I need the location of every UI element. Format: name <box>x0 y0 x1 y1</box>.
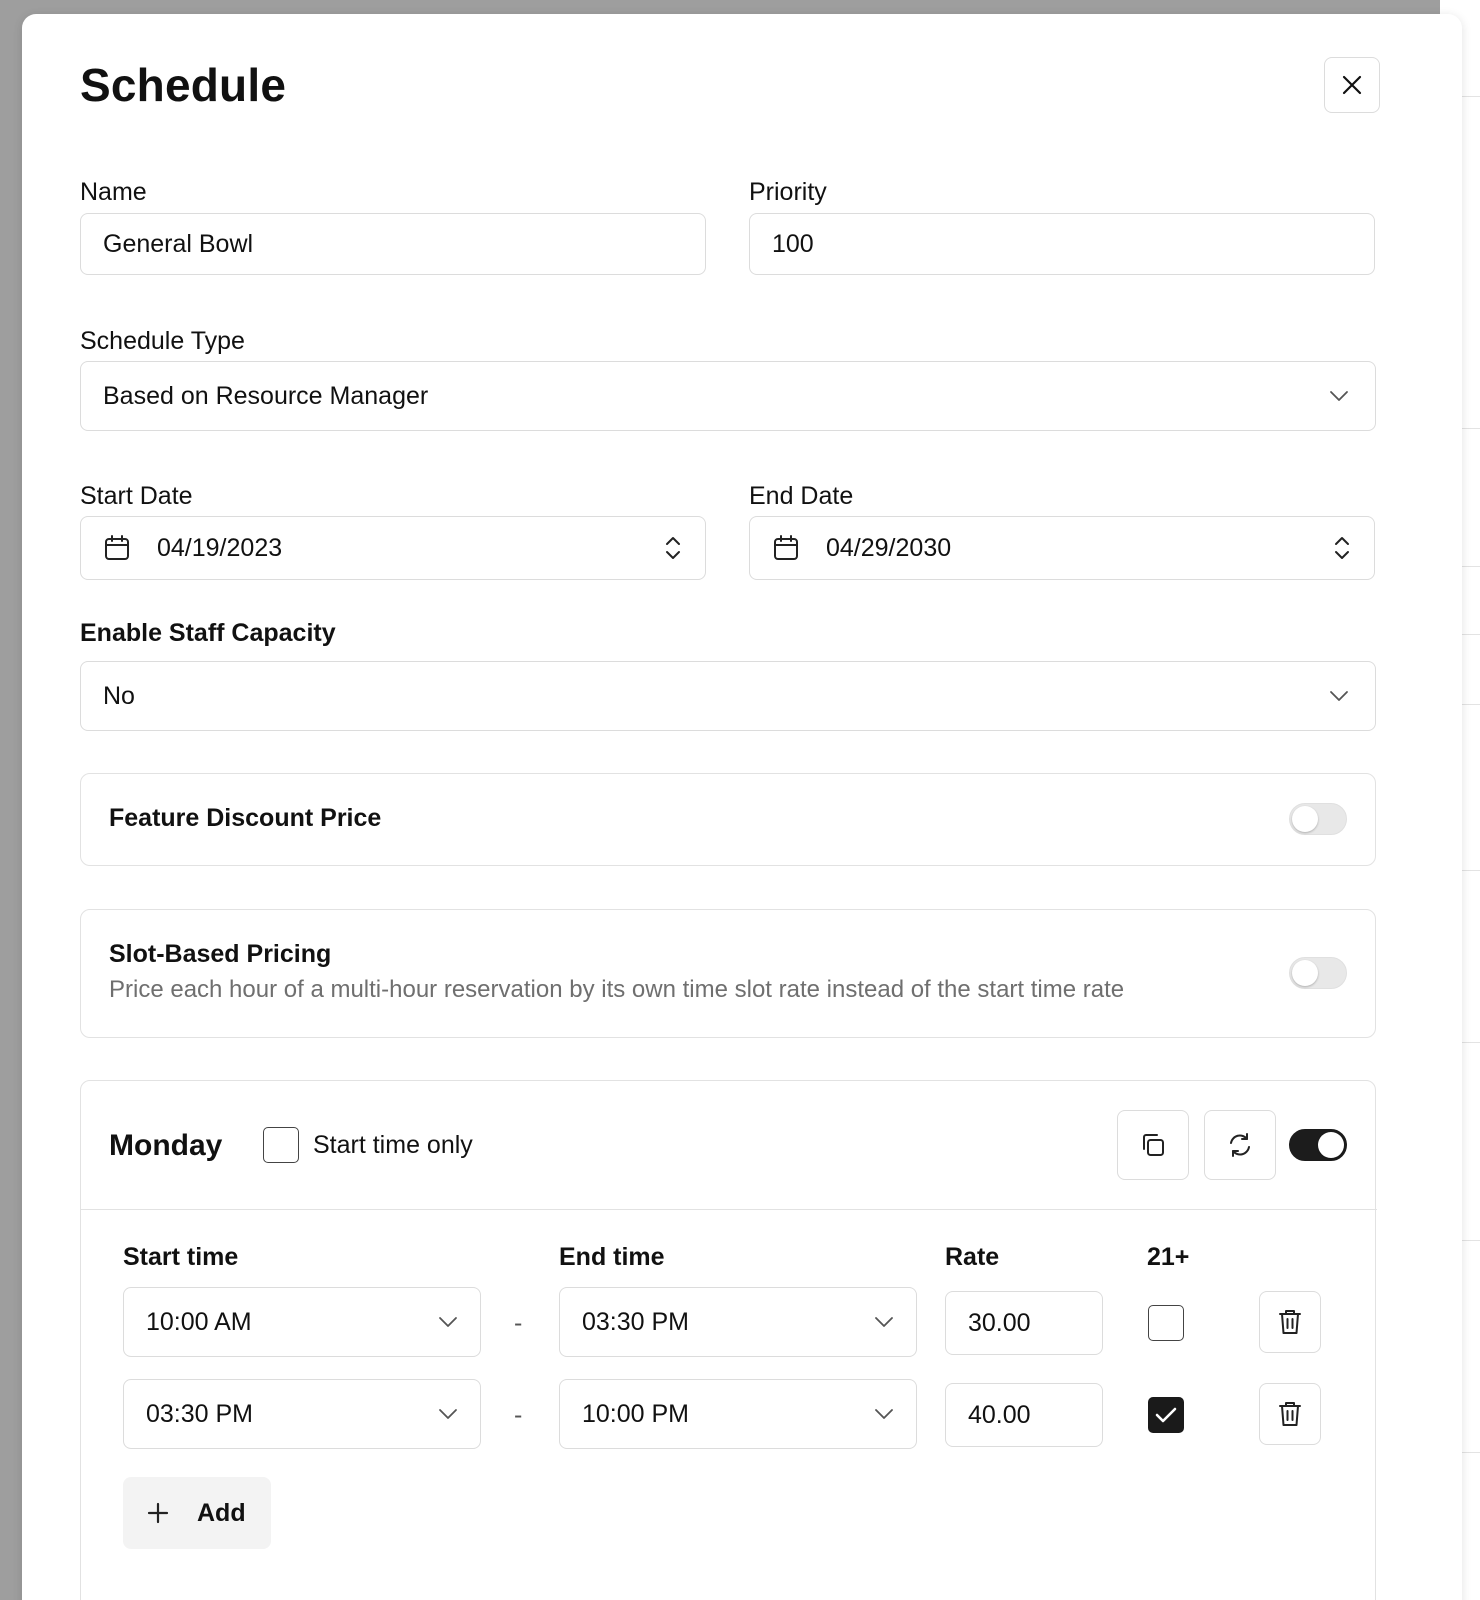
end-date-value: 04/29/2030 <box>826 533 952 562</box>
toggle-knob <box>1292 806 1318 832</box>
check-icon <box>1155 1407 1177 1423</box>
chevron-up-down-icon[interactable] <box>663 535 683 561</box>
age21-checkbox[interactable] <box>1148 1397 1184 1433</box>
start-date-input[interactable]: 04/19/2023 <box>80 516 706 580</box>
start-time-header: Start time <box>123 1243 239 1271</box>
chevron-down-icon <box>875 1317 893 1327</box>
schedule-dialog: Schedule Name General Bowl Priority 100 … <box>22 14 1462 1600</box>
staff-capacity-label: Enable Staff Capacity <box>80 619 336 647</box>
schedule-type-select[interactable]: Based on Resource Manager <box>80 361 1376 431</box>
schedule-type-value: Based on Resource Manager <box>103 381 429 410</box>
trash-icon <box>1279 1402 1301 1426</box>
chevron-up-down-icon[interactable] <box>1332 535 1352 561</box>
calendar-icon <box>105 535 129 560</box>
slot-start-select[interactable]: 10:00 AM <box>123 1287 481 1357</box>
staff-capacity-select[interactable]: No <box>80 661 1376 731</box>
close-icon <box>1342 75 1362 95</box>
staff-capacity-value: No <box>103 681 135 710</box>
copy-icon <box>1143 1134 1164 1156</box>
slot-start-value: 10:00 AM <box>146 1307 252 1336</box>
start-date-value: 04/19/2023 <box>157 533 283 562</box>
start-date-label: Start Date <box>80 482 193 510</box>
close-button[interactable] <box>1324 57 1380 113</box>
reset-day-button[interactable] <box>1204 1110 1276 1180</box>
start-time-only-checkbox[interactable] <box>263 1127 299 1163</box>
slot-pricing-description: Price each hour of a multi-hour reservat… <box>109 976 1125 1003</box>
slot-start-value: 03:30 PM <box>146 1399 254 1428</box>
dialog-title: Schedule <box>80 59 287 111</box>
rate-header: Rate <box>945 1243 1000 1271</box>
slot-pricing-toggle[interactable] <box>1289 957 1347 989</box>
name-value: General Bowl <box>103 229 254 258</box>
name-input[interactable]: General Bowl <box>80 213 706 275</box>
name-label: Name <box>80 178 147 206</box>
add-slot-label: Add <box>197 1498 246 1527</box>
end-date-label: End Date <box>749 482 854 510</box>
slot-rate-input[interactable]: 40.00 <box>945 1383 1103 1447</box>
toggle-knob <box>1318 1132 1344 1158</box>
chevron-down-icon <box>439 1317 457 1327</box>
copy-day-button[interactable] <box>1117 1110 1189 1180</box>
priority-label: Priority <box>749 178 827 206</box>
day-name: Monday <box>109 1129 223 1162</box>
slot-end-select[interactable]: 03:30 PM <box>559 1287 917 1357</box>
priority-value: 100 <box>772 229 814 258</box>
refresh-icon <box>1230 1133 1250 1157</box>
delete-slot-button[interactable] <box>1259 1383 1321 1445</box>
calendar-icon <box>774 535 798 560</box>
plus-icon <box>147 1502 169 1524</box>
slot-end-value: 10:00 PM <box>582 1399 690 1428</box>
toggle-knob <box>1292 960 1318 986</box>
age-header: 21+ <box>1147 1243 1190 1271</box>
feature-discount-toggle[interactable] <box>1289 803 1347 835</box>
slot-rate-value: 40.00 <box>968 1400 1031 1429</box>
range-separator: - <box>514 1309 523 1337</box>
priority-input[interactable]: 100 <box>749 213 1375 275</box>
add-slot-button[interactable]: Add <box>123 1477 271 1549</box>
schedule-type-label: Schedule Type <box>80 327 245 355</box>
age21-checkbox[interactable] <box>1148 1305 1184 1341</box>
end-date-input[interactable]: 04/29/2030 <box>749 516 1375 580</box>
chevron-down-icon <box>875 1409 893 1419</box>
slot-rate-input[interactable]: 30.00 <box>945 1291 1103 1355</box>
slot-rate-value: 30.00 <box>968 1308 1031 1337</box>
chevron-down-icon <box>1330 391 1348 401</box>
chevron-down-icon <box>439 1409 457 1419</box>
slot-pricing-panel: Slot-Based Pricing Price each hour of a … <box>80 909 1376 1038</box>
chevron-down-icon <box>1330 691 1348 701</box>
feature-discount-panel: Feature Discount Price <box>80 773 1376 866</box>
slot-end-value: 03:30 PM <box>582 1307 690 1336</box>
divider <box>81 1209 1377 1210</box>
slot-start-select[interactable]: 03:30 PM <box>123 1379 481 1449</box>
trash-icon <box>1279 1310 1301 1334</box>
feature-discount-title: Feature Discount Price <box>109 804 382 832</box>
slot-pricing-title: Slot-Based Pricing <box>109 940 332 968</box>
slot-end-select[interactable]: 10:00 PM <box>559 1379 917 1449</box>
range-separator: - <box>514 1401 523 1429</box>
start-time-only-label: Start time only <box>313 1131 473 1159</box>
day-enabled-toggle[interactable] <box>1289 1129 1347 1161</box>
end-time-header: End time <box>559 1243 665 1271</box>
delete-slot-button[interactable] <box>1259 1291 1321 1353</box>
day-schedule-panel: Monday Start time only Start time End ti… <box>80 1080 1377 1600</box>
